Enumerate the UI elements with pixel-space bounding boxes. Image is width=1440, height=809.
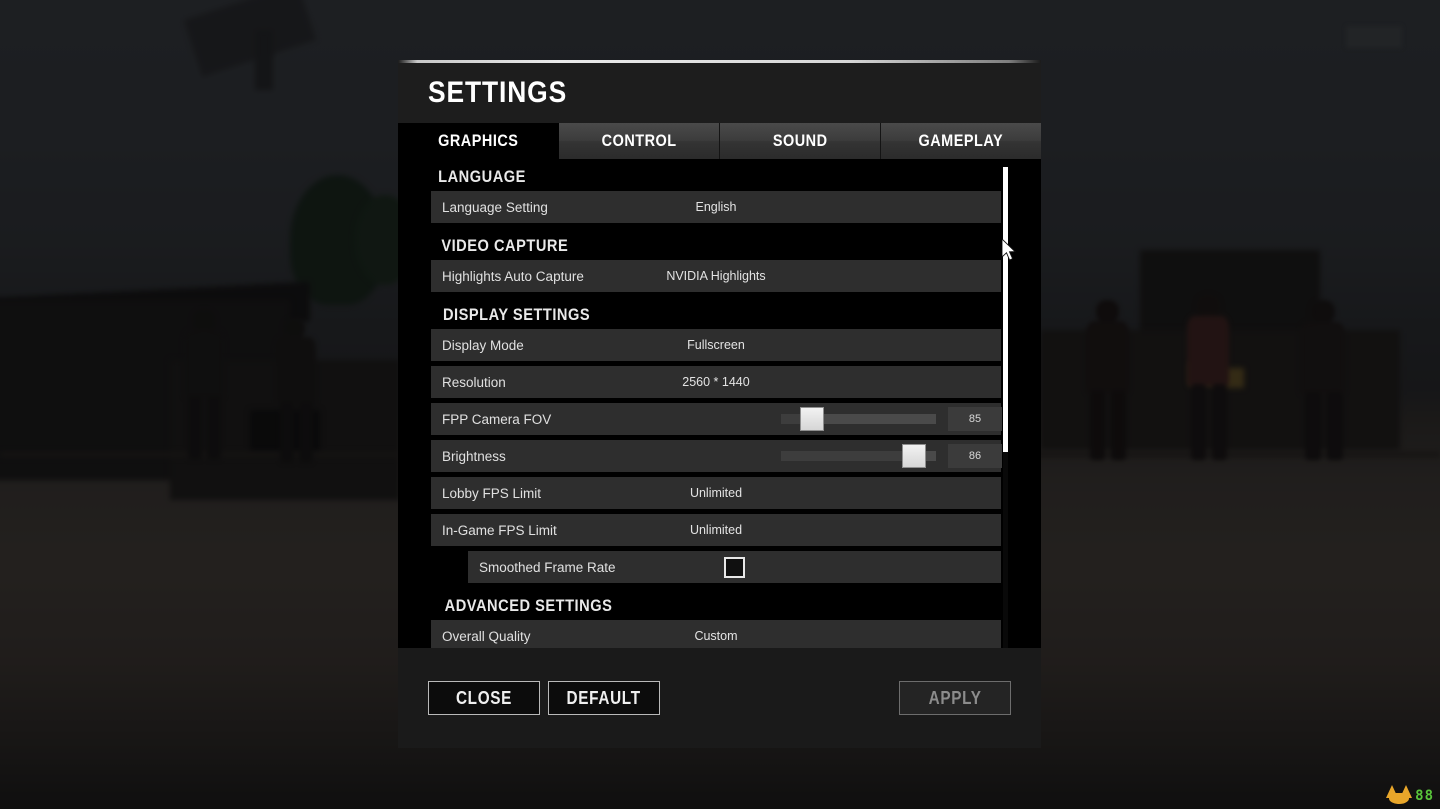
scene-crane-mast (255, 30, 273, 90)
scrollbar-thumb[interactable] (1003, 167, 1008, 452)
section-header: ADVANCED SETTINGS (398, 588, 1041, 620)
slider-thumb[interactable] (902, 444, 927, 468)
tab-label: SOUND (772, 131, 828, 150)
scene-crate (1189, 362, 1215, 386)
slider-control[interactable]: 86 (781, 440, 1002, 472)
tab-control[interactable]: CONTROL (559, 123, 720, 159)
setting-row[interactable]: In-Game FPS Limit Unlimited (431, 514, 1001, 546)
dialog-footer: CLOSE DEFAULT APPLY (398, 648, 1041, 748)
page-title: SETTINGS (428, 76, 568, 109)
section-header-label: LANGUAGE (438, 167, 526, 186)
section-header: DISPLAY SETTINGS (398, 297, 1041, 329)
default-button[interactable]: DEFAULT (548, 681, 660, 715)
setting-row[interactable]: Lobby FPS Limit Unlimited (431, 477, 1001, 509)
settings-list: LANGUAGE Language Setting English VIDEO CAP… (398, 159, 1041, 648)
setting-row[interactable]: Language Setting English (431, 191, 1001, 223)
player-silhouette (1178, 295, 1238, 460)
settings-content-area: LANGUAGE Language Setting English VIDEO CAP… (398, 159, 1041, 648)
section-header-label: DISPLAY SETTINGS (442, 305, 591, 324)
tab-label: GRAPHICS (437, 131, 519, 150)
scene-building (1140, 250, 1320, 360)
scene-window (250, 410, 320, 452)
player-silhouette (175, 310, 233, 460)
fox-icon (1386, 785, 1413, 805)
slider-fill (781, 451, 915, 461)
tab-label: CONTROL (601, 131, 677, 150)
apply-button-label: APPLY (928, 687, 982, 708)
settings-dialog: SETTINGS GRAPHICS CONTROL SOUND GAMEPLAY LA… (398, 60, 1041, 748)
scene-building-roof (0, 281, 310, 339)
apply-button[interactable]: APPLY (899, 681, 1011, 715)
setting-row[interactable]: Brightness 86 (431, 440, 1002, 472)
slider-value-box[interactable]: 86 (948, 444, 1002, 468)
setting-label: Display Mode (442, 337, 524, 353)
scene-building (170, 360, 400, 500)
setting-label: Brightness (442, 448, 506, 464)
section-header: LANGUAGE (398, 159, 1041, 191)
player-silhouette (1076, 300, 1138, 460)
scene-tree (290, 175, 385, 305)
setting-value: 2560 * 1440 (682, 375, 750, 389)
setting-label: FPP Camera FOV (442, 411, 552, 427)
checkbox-zone (468, 551, 1001, 583)
slider-track[interactable] (781, 444, 936, 468)
slider-thumb[interactable] (800, 407, 824, 431)
dialog-header: SETTINGS (398, 63, 1041, 123)
player-silhouette (1290, 300, 1354, 460)
scene-building (0, 300, 290, 480)
tab-bar: GRAPHICS CONTROL SOUND GAMEPLAY (398, 123, 1041, 159)
section-header-label: VIDEO CAPTURE (441, 236, 569, 255)
tab-graphics[interactable]: GRAPHICS (398, 123, 559, 159)
tab-sound[interactable]: SOUND (720, 123, 881, 159)
section-header-label: ADVANCED SETTINGS (444, 596, 613, 615)
section-header: VIDEO CAPTURE (398, 228, 1041, 260)
setting-row[interactable]: Highlights Auto Capture NVIDIA Highlights (431, 260, 1001, 292)
setting-row[interactable]: FPP Camera FOV 85 (431, 403, 1002, 435)
tab-label: GAMEPLAY (918, 131, 1004, 150)
setting-label: Lobby FPS Limit (442, 485, 542, 501)
setting-label: Language Setting (442, 199, 548, 215)
scene-building (1040, 330, 1400, 450)
setting-row[interactable]: Resolution 2560 * 1440 (431, 366, 1001, 398)
setting-row[interactable]: Smoothed Frame Rate (468, 551, 1001, 583)
setting-row[interactable]: Display Mode Fullscreen (431, 329, 1001, 361)
slider-track[interactable] (781, 407, 936, 431)
setting-row[interactable]: Overall Quality Custom (431, 620, 1001, 648)
hud-counter: 88 (1415, 788, 1434, 804)
slider-control[interactable]: 85 (781, 403, 1002, 435)
top-right-badge (1346, 26, 1402, 48)
close-button-label: CLOSE (455, 687, 513, 708)
scene-crate (1214, 368, 1244, 388)
hud-corner: 88 (1386, 785, 1434, 805)
default-button-label: DEFAULT (566, 687, 642, 708)
close-button[interactable]: CLOSE (428, 681, 540, 715)
setting-label: Resolution (442, 374, 506, 390)
setting-label: Overall Quality (442, 628, 531, 644)
tab-gameplay[interactable]: GAMEPLAY (881, 123, 1041, 159)
setting-label: Highlights Auto Capture (442, 268, 584, 284)
scene-crane (183, 0, 317, 78)
setting-label: In-Game FPS Limit (442, 522, 557, 538)
player-silhouette (268, 318, 326, 463)
smoothed-frame-rate-checkbox[interactable] (724, 556, 745, 578)
slider-value-box[interactable]: 85 (948, 407, 1002, 431)
